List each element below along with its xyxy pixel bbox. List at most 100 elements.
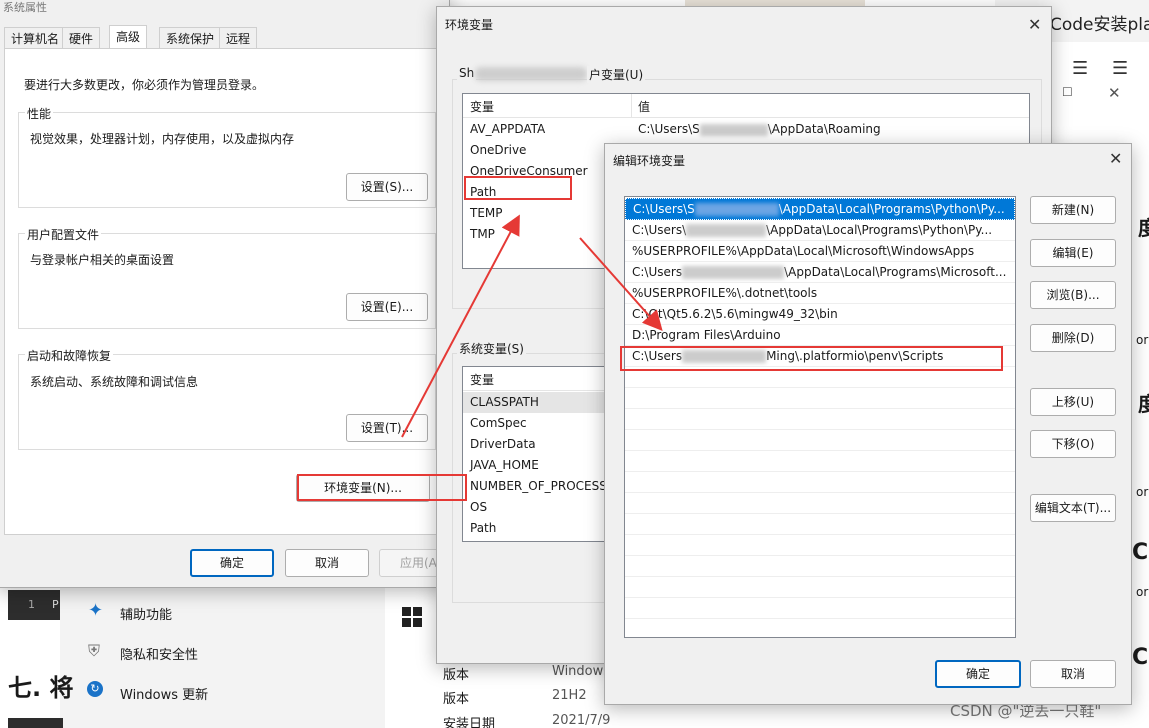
side-char-7: C xyxy=(1132,645,1149,670)
column-header-variable[interactable]: 变量 xyxy=(470,98,494,115)
user-profile-desc: 与登录帐户相关的桌面设置 xyxy=(30,253,175,267)
empty-row[interactable] xyxy=(625,430,1015,451)
startup-recovery-title: 启动和故障恢复 xyxy=(25,347,114,364)
side-char-2: or xyxy=(1136,333,1149,347)
article-code-text: P xyxy=(52,598,59,611)
empty-row[interactable] xyxy=(625,388,1015,409)
redacted-text xyxy=(694,203,779,216)
side-char-6: or xyxy=(1136,585,1149,599)
list-item[interactable]: C:\Users\ \AppData\Local\Programs\Python\… xyxy=(625,220,1015,241)
window-title: 编辑环境变量 xyxy=(613,154,686,168)
article-dark-strip xyxy=(8,718,63,728)
user-profile-settings-button[interactable]: 设置(E)... xyxy=(346,293,428,321)
list-item[interactable]: %USERPROFILE%\.dotnet\tools xyxy=(625,283,1015,304)
info-value-install-date: 2021/7/9 xyxy=(552,713,611,728)
var-name: AV_APPDATA xyxy=(470,122,546,136)
article-code-bar xyxy=(8,590,68,620)
list-view-icon[interactable]: ☰ xyxy=(1072,58,1088,79)
windows-update-icon: ↻ xyxy=(87,681,103,697)
windows-logo-icon xyxy=(402,607,422,627)
var-value: C:\Users\S \AppData\Roaming xyxy=(638,122,881,136)
browse-button[interactable]: 浏览(B)... xyxy=(1030,281,1116,309)
window-title: 环境变量 xyxy=(445,18,494,32)
empty-row[interactable] xyxy=(625,556,1015,577)
list-item[interactable]: %USERPROFILE%\AppData\Local\Microsoft\Wi… xyxy=(625,241,1015,262)
redacted-text xyxy=(682,266,785,279)
system-vars-title: 系统变量(S) xyxy=(457,340,526,357)
new-button[interactable]: 新建(N) xyxy=(1030,196,1116,224)
shield-icon: ⛨ xyxy=(88,641,101,660)
redacted-username xyxy=(475,67,587,81)
edit-button[interactable]: 编辑(E) xyxy=(1030,239,1116,267)
settings-item-privacy[interactable]: 隐私和安全性 xyxy=(120,644,198,663)
article-heading: 七. 将 xyxy=(8,674,74,702)
redacted-text xyxy=(686,224,767,237)
tab-hardware[interactable]: 硬件 xyxy=(62,27,101,49)
list-item[interactable]: AV_APPDATA C:\Users\S \AppData\Roaming xyxy=(463,119,1029,140)
empty-row[interactable] xyxy=(625,409,1015,430)
cancel-button[interactable]: 取消 xyxy=(285,549,369,577)
highlight-path-variable xyxy=(464,176,572,200)
tab-advanced[interactable]: 高级 xyxy=(109,25,148,49)
info-label-version: 版本 xyxy=(443,692,470,707)
info-label-install-date: 安装日期 xyxy=(443,717,496,728)
column-header-variable[interactable]: 变量 xyxy=(470,371,494,388)
ok-button[interactable]: 确定 xyxy=(935,660,1021,688)
highlight-env-vars-button xyxy=(297,474,467,501)
performance-title: 性能 xyxy=(25,105,54,122)
window-title: 系统属性 xyxy=(3,1,47,14)
path-list[interactable]: C:\Users\S \AppData\Local\Programs\Python… xyxy=(624,196,1016,638)
startup-recovery-desc: 系统启动、系统故障和调试信息 xyxy=(30,375,199,389)
empty-row[interactable] xyxy=(625,472,1015,493)
side-char-4: or xyxy=(1136,485,1149,499)
empty-row[interactable] xyxy=(625,493,1015,514)
redacted-text xyxy=(699,123,768,136)
tab-remote[interactable]: 远程 xyxy=(219,27,258,49)
info-label-edition: 版本 xyxy=(443,668,470,683)
ok-button[interactable]: 确定 xyxy=(190,549,274,577)
list-item[interactable]: C:\Users\S \AppData\Local\Programs\Python… xyxy=(625,198,1015,220)
empty-row[interactable] xyxy=(625,535,1015,556)
user-vars-title-suffix: 户变量(U) xyxy=(587,66,646,83)
settings-item-accessibility[interactable]: 辅助功能 xyxy=(120,604,172,623)
performance-settings-button[interactable]: 设置(S)... xyxy=(346,173,428,201)
bg-window-maximize-icon[interactable]: ☐ xyxy=(1062,85,1073,99)
info-value-version: 21H2 xyxy=(552,688,587,703)
side-char-3: 度 xyxy=(1138,392,1149,416)
empty-row[interactable] xyxy=(625,577,1015,598)
side-char-5: C xyxy=(1132,540,1149,565)
info-value-edition: Windows xyxy=(552,664,611,679)
list-header: 变量 值 xyxy=(463,94,1029,118)
delete-button[interactable]: 删除(D) xyxy=(1030,324,1116,352)
performance-desc: 视觉效果，处理器计划，内存使用，以及虚拟内存 xyxy=(30,132,295,146)
settings-sidebar xyxy=(60,585,385,728)
empty-row[interactable] xyxy=(625,598,1015,619)
tab-computer-name[interactable]: 计算机名 xyxy=(4,27,67,49)
column-header-value[interactable]: 值 xyxy=(638,98,650,115)
cancel-button[interactable]: 取消 xyxy=(1030,660,1116,688)
edit-text-button[interactable]: 编辑文本(T)... xyxy=(1030,494,1116,522)
bg-window-close-icon[interactable]: ✕ xyxy=(1108,84,1121,102)
list-item[interactable]: D:\Program Files\Arduino xyxy=(625,325,1015,346)
close-icon[interactable]: ✕ xyxy=(1109,149,1122,168)
column-divider xyxy=(631,94,632,118)
edit-environment-variable-window: 编辑环境变量 ✕ C:\Users\S \AppData\Local\Progra… xyxy=(604,143,1132,705)
empty-row[interactable] xyxy=(625,451,1015,472)
user-vars-title-prefix: Sh xyxy=(457,66,477,80)
empty-row[interactable] xyxy=(625,514,1015,535)
browser-tab-title[interactable]: Code安装platfo xyxy=(1050,10,1149,35)
list-item[interactable]: C:\Qt\Qt5.6.2\5.6\mingw49_32\bin xyxy=(625,304,1015,325)
tab-system-protection[interactable]: 系统保护 xyxy=(159,27,222,49)
user-profile-title: 用户配置文件 xyxy=(25,226,102,243)
startup-recovery-settings-button[interactable]: 设置(T)... xyxy=(346,414,428,442)
article-code-line-num: 1 xyxy=(28,598,35,611)
settings-item-update[interactable]: Windows 更新 xyxy=(120,684,208,703)
accessibility-icon: ✦ xyxy=(88,600,104,621)
move-up-button[interactable]: 上移(U) xyxy=(1030,388,1116,416)
admin-note: 要进行大多数更改，你必须作为管理员登录。 xyxy=(24,78,265,92)
close-icon[interactable]: ✕ xyxy=(1028,15,1041,34)
move-down-button[interactable]: 下移(O) xyxy=(1030,430,1116,458)
detail-view-icon[interactable]: ☰ xyxy=(1112,58,1128,79)
list-item[interactable]: C:\Users \AppData\Local\Programs\Microsof… xyxy=(625,262,1015,283)
side-char-1: 度 xyxy=(1138,216,1149,240)
